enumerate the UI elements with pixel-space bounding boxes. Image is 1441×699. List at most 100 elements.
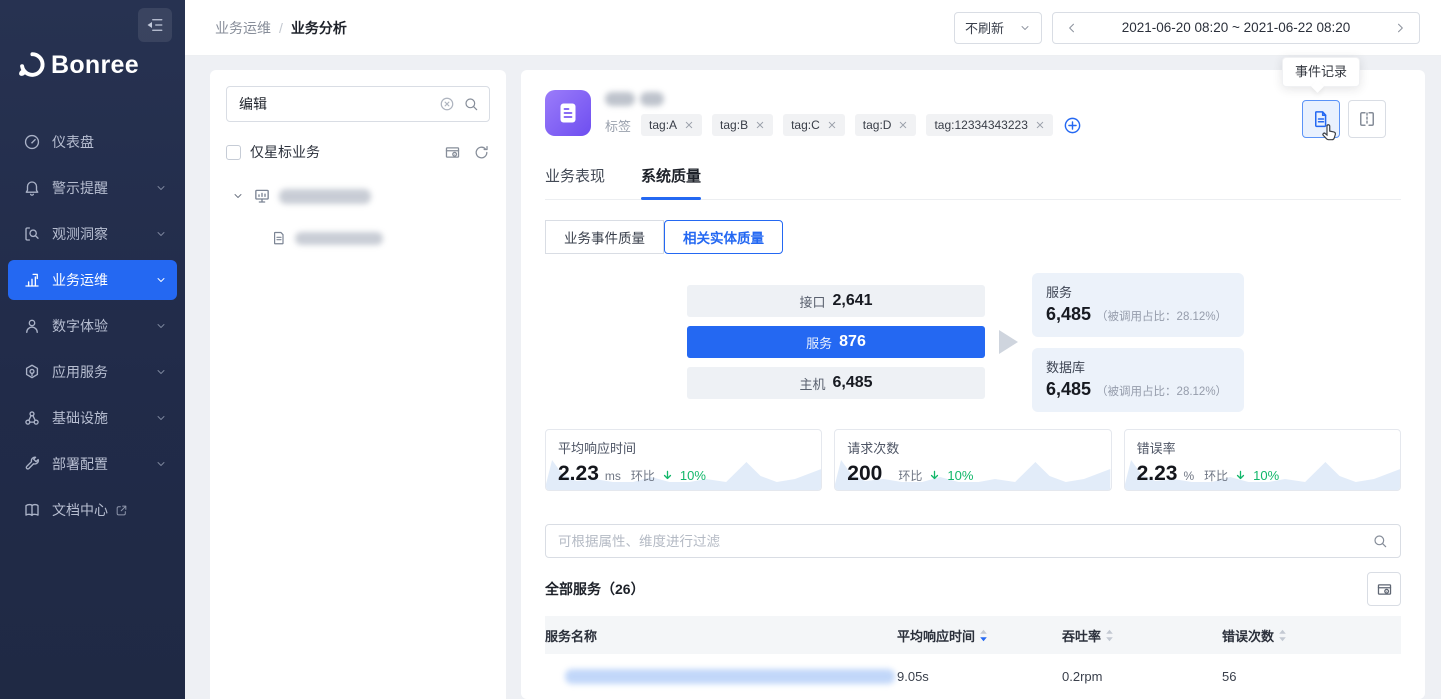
star-filter-checkbox[interactable] bbox=[226, 145, 241, 160]
refresh-interval-value: 不刷新 bbox=[965, 18, 1004, 37]
tag-chip[interactable]: tag:12334343223 bbox=[926, 114, 1052, 136]
sidebar-item-label: 基础设施 bbox=[52, 408, 108, 428]
event-record-button[interactable] bbox=[1302, 100, 1340, 138]
tree-node-child[interactable] bbox=[226, 226, 490, 250]
sidebar-item[interactable]: 观测洞察 bbox=[8, 214, 177, 254]
sort-asc-icon[interactable] bbox=[1278, 629, 1287, 635]
flow-target-box[interactable]: 数据库 6,485 （被调用占比：28.12%） bbox=[1032, 348, 1244, 412]
flow-bar-label: 服务 bbox=[806, 333, 832, 352]
wrench-icon bbox=[23, 455, 41, 473]
flow-bar[interactable]: 主机 6,485 bbox=[687, 367, 985, 399]
chevron-down-icon bbox=[155, 228, 167, 240]
nodes-icon bbox=[23, 409, 41, 427]
metric-cards: 平均响应时间 2.23 ms 环比 10% 请求次数 200 环比 bbox=[545, 429, 1401, 491]
sidebar-item-label: 文档中心 bbox=[52, 500, 108, 520]
sidebar-item[interactable]: 仪表盘 bbox=[8, 122, 177, 162]
flow-target-note: （被调用占比：28.12%） bbox=[1096, 383, 1227, 399]
business-entity-icon bbox=[545, 90, 591, 136]
metric-card[interactable]: 请求次数 200 环比 10% bbox=[834, 429, 1111, 491]
cursor-hand bbox=[1318, 121, 1340, 143]
subtab[interactable]: 相关实体质量 bbox=[664, 220, 783, 254]
sidebar-item[interactable]: 部署配置 bbox=[8, 444, 177, 484]
sidebar-nav: 仪表盘 警示提醒 观测洞察 业务运维 bbox=[0, 122, 185, 536]
sort-control[interactable] bbox=[1105, 629, 1114, 642]
table-row[interactable]: 9.05s 0.2rpm 56 bbox=[545, 654, 1401, 699]
table-column-header[interactable]: 平均响应时间 bbox=[897, 616, 1062, 654]
tree-refresh-icon[interactable] bbox=[473, 144, 490, 161]
metric-card[interactable]: 平均响应时间 2.23 ms 环比 10% bbox=[545, 429, 822, 491]
book-icon bbox=[23, 501, 41, 519]
sort-control[interactable] bbox=[1278, 629, 1287, 642]
tag-chip[interactable]: tag:D bbox=[855, 114, 917, 136]
flow-bar-value: 6,485 bbox=[832, 374, 872, 392]
compare-button[interactable] bbox=[1348, 100, 1386, 138]
tree-search-box bbox=[226, 86, 490, 122]
tree-settings-icon[interactable] bbox=[444, 144, 461, 161]
metric-compare-label: 环比 bbox=[631, 467, 655, 484]
date-range-picker[interactable]: 2021-06-20 08:20 ~ 2021-06-22 08:20 bbox=[1052, 12, 1420, 44]
sidebar-item-label: 数字体验 bbox=[52, 316, 108, 336]
previous-range-icon[interactable] bbox=[1065, 21, 1079, 35]
sort-control[interactable] bbox=[979, 629, 988, 642]
throughput-cell: 0.2rpm bbox=[1062, 654, 1222, 699]
sort-asc-icon[interactable] bbox=[1105, 629, 1114, 635]
refresh-interval-select[interactable]: 不刷新 bbox=[954, 12, 1042, 44]
tooltip: 事件记录 bbox=[1282, 57, 1360, 87]
remove-tag-icon[interactable] bbox=[1035, 120, 1045, 130]
metric-delta: 10% bbox=[1253, 468, 1279, 483]
breadcrumb-current: 业务分析 bbox=[291, 18, 347, 38]
sidebar-item[interactable]: 警示提醒 bbox=[8, 168, 177, 208]
tree-search-input[interactable] bbox=[239, 96, 431, 112]
clear-search-icon[interactable] bbox=[439, 96, 455, 112]
remove-tag-icon[interactable] bbox=[827, 120, 837, 130]
sort-desc-icon[interactable] bbox=[979, 636, 988, 642]
subtab[interactable]: 业务事件质量 bbox=[545, 220, 664, 254]
search-icon[interactable] bbox=[463, 96, 479, 112]
tab-label: 业务表现 bbox=[545, 168, 605, 185]
table-column-header[interactable]: 错误次数 bbox=[1222, 616, 1401, 654]
tag-chip[interactable]: tag:C bbox=[783, 114, 845, 136]
app-icon bbox=[23, 363, 41, 381]
redacted-node-label bbox=[279, 189, 371, 204]
column-settings-button[interactable] bbox=[1367, 572, 1401, 606]
sidebar-item[interactable]: 文档中心 bbox=[8, 490, 177, 530]
collapse-sidebar-icon bbox=[146, 16, 164, 34]
tag-list: tag:A tag:B tag:C bbox=[641, 114, 1053, 136]
sidebar-item[interactable]: 应用服务 bbox=[8, 352, 177, 392]
service-filter-input[interactable] bbox=[558, 534, 1364, 549]
flow-bar[interactable]: 接口 2,641 bbox=[687, 285, 985, 317]
add-tag-icon[interactable] bbox=[1063, 116, 1082, 135]
column-label: 平均响应时间 bbox=[897, 626, 975, 645]
sort-asc-icon[interactable] bbox=[979, 629, 988, 635]
sidebar-item[interactable]: 数字体验 bbox=[8, 306, 177, 346]
tab[interactable]: 业务表现 bbox=[545, 165, 605, 199]
star-filter-label: 仅星标业务 bbox=[250, 142, 320, 162]
search-icon[interactable] bbox=[1372, 533, 1388, 549]
tag-chip[interactable]: tag:A bbox=[641, 114, 702, 136]
table-column-header[interactable]: 吞吐率 bbox=[1062, 616, 1222, 654]
sidebar-item[interactable]: 基础设施 bbox=[8, 398, 177, 438]
remove-tag-icon[interactable] bbox=[898, 120, 908, 130]
chevron-down-icon bbox=[155, 320, 167, 332]
flow-target-box[interactable]: 服务 6,485 （被调用占比：28.12%） bbox=[1032, 273, 1244, 337]
redacted-service-name[interactable] bbox=[565, 669, 895, 684]
sidebar-collapse-button[interactable] bbox=[138, 8, 172, 42]
flow-bar[interactable]: 服务 876 bbox=[687, 326, 985, 358]
chevron-down-icon[interactable] bbox=[232, 190, 244, 202]
next-range-icon[interactable] bbox=[1393, 21, 1407, 35]
tree-node-parent[interactable] bbox=[226, 184, 490, 208]
table-column-header[interactable]: 服务名称 bbox=[545, 616, 897, 654]
sidebar-item[interactable]: 业务运维 bbox=[8, 260, 177, 300]
tag-chip[interactable]: tag:B bbox=[712, 114, 773, 136]
remove-tag-icon[interactable] bbox=[684, 120, 694, 130]
sort-desc-icon[interactable] bbox=[1105, 636, 1114, 642]
compare-icon bbox=[1357, 109, 1377, 129]
metric-card[interactable]: 错误率 2.23 % 环比 10% bbox=[1124, 429, 1401, 491]
sort-desc-icon[interactable] bbox=[1278, 636, 1287, 642]
tab[interactable]: 系统质量 bbox=[641, 165, 701, 199]
remove-tag-icon[interactable] bbox=[755, 120, 765, 130]
date-range-value: 2021-06-20 08:20 ~ 2021-06-22 08:20 bbox=[1079, 20, 1393, 35]
errors-cell: 56 bbox=[1222, 654, 1401, 699]
chevron-down-icon bbox=[1019, 22, 1031, 34]
breadcrumb-parent[interactable]: 业务运维 bbox=[215, 18, 271, 38]
